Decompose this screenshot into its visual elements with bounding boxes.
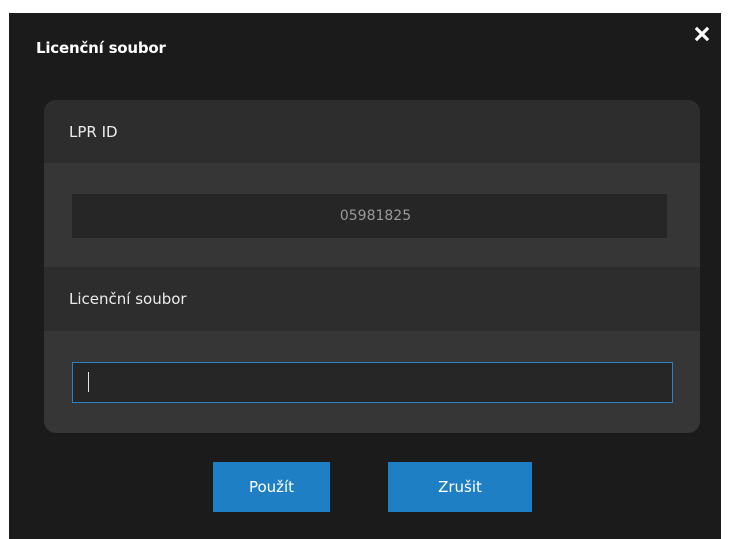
cancel-button[interactable]: Zrušit <box>388 462 532 512</box>
close-button[interactable] <box>691 23 713 45</box>
license-file-label: Licenční soubor <box>44 267 700 331</box>
license-file-input[interactable] <box>72 362 673 403</box>
close-icon <box>694 26 710 42</box>
lpr-id-label: LPR ID <box>44 100 700 163</box>
form-panel: LPR ID 05981825 Licenční soubor <box>44 100 700 433</box>
apply-button[interactable]: Použít <box>213 462 330 512</box>
dialog-title: Licenční soubor <box>36 39 166 57</box>
lpr-id-value: 05981825 <box>72 194 667 238</box>
text-caret <box>88 372 89 392</box>
license-dialog: Licenční soubor LPR ID 05981825 Licenční… <box>9 13 721 539</box>
